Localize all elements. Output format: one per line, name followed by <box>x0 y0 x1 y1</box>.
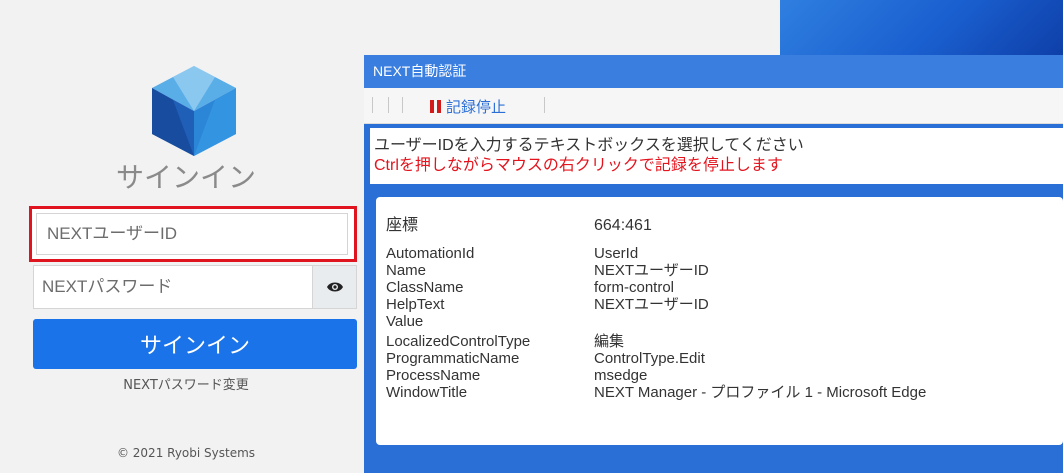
desktop-wallpaper <box>780 0 1063 55</box>
property-key: HelpText <box>386 296 445 313</box>
property-value: 664:461 <box>594 217 652 234</box>
toolbar-separator <box>544 97 545 113</box>
password-change-link[interactable]: NEXTパスワード変更 <box>0 374 372 393</box>
browser-background <box>372 0 780 55</box>
property-value: 編集 <box>594 333 625 350</box>
signin-title: サインイン <box>115 161 256 194</box>
eye-icon <box>326 282 343 292</box>
toolbar-separator <box>372 97 373 113</box>
property-key: AutomationId <box>386 245 475 262</box>
stop-record-label: 記録停止 <box>446 98 507 116</box>
property-value: NEXTユーザーID <box>594 262 709 279</box>
property-key: Name <box>386 262 427 279</box>
property-value: NEXTユーザーID <box>594 296 709 313</box>
password-input[interactable]: NEXTパスワード <box>33 265 312 309</box>
userid-highlight-frame: NEXTユーザーID <box>29 206 357 262</box>
property-key: LocalizedControlType <box>386 333 531 350</box>
show-password-button[interactable] <box>312 265 357 309</box>
next-auth-dialog: NEXT自動認証 記録停止 ユーザーIDを入力するテキストボックスを選択してくだ… <box>364 55 1063 473</box>
dialog-toolbar: 記録停止 <box>364 88 1063 124</box>
property-value: form-control <box>594 279 675 296</box>
dialog-title: NEXT自動認証 <box>364 55 1063 88</box>
property-key: ProcessName <box>386 367 481 384</box>
copyright: © 2021 Ryobi Systems <box>116 446 256 460</box>
property-key: Value <box>386 313 424 330</box>
instruction-text: ユーザーIDを入力するテキストボックスを選択してください <box>374 137 804 154</box>
signin-button[interactable]: サインイン <box>33 319 357 369</box>
toolbar-separator <box>402 97 403 113</box>
toolbar-separator <box>388 97 389 113</box>
property-key: ProgrammaticName <box>386 350 520 367</box>
property-key: WindowTitle <box>386 384 468 401</box>
instruction-hint: Ctrlを押しながらマウスの右クリックで記録を停止します <box>374 157 783 174</box>
property-key: 座標 <box>386 217 419 234</box>
property-key: ClassName <box>386 279 464 296</box>
cube-logo-icon <box>152 66 236 156</box>
property-value: NEXT Manager - プロファイル 1 - Microsoft Edge <box>594 384 927 401</box>
instruction-panel: ユーザーIDを入力するテキストボックスを選択してください Ctrlを押しながらマ… <box>370 128 1063 184</box>
property-value: msedge <box>594 367 648 384</box>
userid-input[interactable]: NEXTユーザーID <box>36 213 348 255</box>
signin-page: サインイン NEXTユーザーID NEXTパスワード サインイン NEXTパスワ… <box>0 0 372 473</box>
pause-icon <box>430 99 441 113</box>
property-value: UserId <box>594 245 639 262</box>
property-value: ControlType.Edit <box>594 350 705 367</box>
stop-record-button[interactable]: 記録停止 <box>430 95 506 117</box>
properties-panel: 座標 664:461 AutomationId UserId Name NEXT… <box>376 197 1063 445</box>
